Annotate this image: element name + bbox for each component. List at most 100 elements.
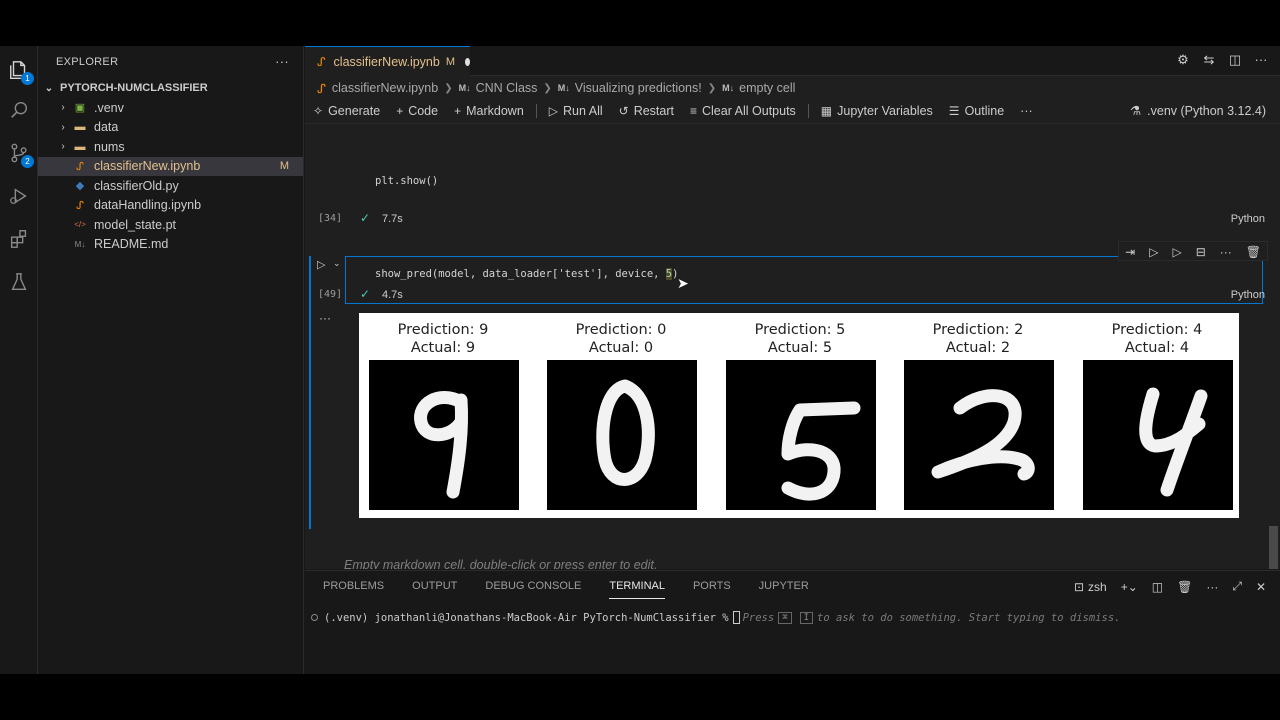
source-control-icon[interactable]: 2: [7, 141, 34, 168]
prediction-panel: Prediction: 5 Actual: 5: [724, 313, 876, 518]
panel-tab-output[interactable]: OUTPUT: [412, 577, 457, 599]
extensions-icon[interactable]: [7, 227, 31, 251]
clear-outputs-button[interactable]: ≡ Clear All Outputs: [690, 104, 796, 118]
kernel-icon: ⚗: [1129, 104, 1142, 118]
cur-cell-language[interactable]: Python: [1231, 289, 1265, 301]
project-name: PYTORCH-NUMCLASSIFIER: [60, 82, 208, 94]
tree-item[interactable]: ᔑ dataHandling.ipynb: [38, 196, 303, 216]
prediction-panel: Prediction: 2 Actual: 2: [902, 313, 1054, 518]
chevron-down-icon[interactable]: ⌄: [333, 258, 341, 269]
compare-changes-icon[interactable]: ⇆: [1202, 53, 1216, 67]
breadcrumb-part-2[interactable]: empty cell: [739, 81, 795, 95]
panel-more-icon[interactable]: ···: [1206, 580, 1218, 594]
run-above-icon[interactable]: ▷: [1149, 244, 1158, 259]
run-by-line-icon[interactable]: ⇥: [1125, 244, 1135, 259]
unsaved-dot-icon[interactable]: [465, 58, 470, 66]
run-cell-icon[interactable]: ▷: [317, 258, 325, 271]
split-cell-icon[interactable]: ⊟: [1196, 244, 1206, 259]
prev-cell-code[interactable]: plt.show(): [375, 175, 438, 187]
vertical-scrollbar[interactable]: [1269, 526, 1278, 569]
tree-item[interactable]: › ▬ data: [38, 118, 303, 138]
search-icon[interactable]: [7, 98, 31, 122]
notebook-icon: ᔑ: [76, 160, 84, 173]
prediction-label: Prediction: 2 Actual: 2: [902, 321, 1054, 357]
breadcrumb-part-0[interactable]: CNN Class: [476, 81, 538, 95]
variables-button[interactable]: ▦ Jupyter Variables: [821, 104, 933, 118]
code-prefix: show_pred(model, data_loader['test'], de…: [375, 268, 666, 280]
maximize-panel-icon[interactable]: ⤢: [1232, 579, 1242, 594]
shell-label[interactable]: zsh: [1088, 580, 1107, 594]
digit-image: [547, 360, 697, 510]
notebook-icon: ᔑ: [76, 199, 84, 212]
split-terminal-icon[interactable]: ◫: [1152, 580, 1163, 594]
current-cell-code[interactable]: show_pred(model, data_loader['test'], de…: [375, 268, 678, 280]
tree-item-label: data: [94, 120, 119, 135]
tab-modified-badge: M: [445, 56, 456, 68]
run-all-button[interactable]: ▷ Run All: [549, 104, 603, 118]
panel-tab-jupyter[interactable]: JUPYTER: [759, 577, 809, 599]
settings-gear-icon[interactable]: ⚙: [1176, 53, 1190, 67]
tree-item[interactable]: M↓ README.md: [38, 235, 303, 255]
clear-all-icon: ≡: [689, 104, 697, 118]
prev-cell-language[interactable]: Python: [1231, 213, 1265, 225]
handwritten-digit-4: [1139, 387, 1208, 497]
prediction-text: Prediction: 0: [575, 322, 667, 338]
markdown-cell-placeholder[interactable]: Empty markdown cell, double-click or pre…: [344, 558, 657, 569]
panel-tab-problems[interactable]: PROBLEMS: [323, 577, 384, 599]
prediction-panel: Prediction: 9 Actual: 9: [367, 313, 519, 518]
new-terminal-plus-icon[interactable]: +⌄: [1121, 580, 1138, 594]
close-panel-icon[interactable]: ✕: [1256, 580, 1266, 594]
tab-classifiernew[interactable]: ᔑ classifierNew.ipynb M: [305, 46, 470, 77]
breadcrumb-file[interactable]: classifierNew.ipynb: [332, 81, 438, 95]
tab-label: classifierNew.ipynb: [333, 55, 440, 69]
toolbar-more-button[interactable]: ···: [1020, 104, 1033, 118]
explorer-icon[interactable]: 1: [7, 58, 34, 85]
tree-item[interactable]: › ▣ .venv: [38, 98, 303, 118]
markdown-marker-icon: M↓: [458, 83, 471, 93]
breadcrumb-part-1[interactable]: Visualizing predictions!: [575, 81, 702, 95]
tab-bar: ᔑ classifierNew.ipynb M ⚙ ⇆ ◫ ···: [305, 46, 1280, 77]
outline-button[interactable]: ☰ Outline: [949, 104, 1004, 118]
terminal-prompt-line[interactable]: (.venv) jonathanli@Jonathans-MacBook-Air…: [311, 611, 1120, 624]
prediction-text: Prediction: 5: [754, 322, 846, 338]
panel-tab-debug-console[interactable]: DEBUG CONSOLE: [485, 577, 581, 599]
tree-item[interactable]: › ▬ nums: [38, 137, 303, 157]
terminal-icon: ⊡: [1073, 579, 1084, 594]
testing-flask-icon[interactable]: [7, 270, 31, 294]
tree-item[interactable]: ◆ classifierOld.py: [38, 176, 303, 196]
cell-more-icon[interactable]: ···: [1220, 244, 1232, 259]
notebook-cells: plt.show() [34] ✓ 7.7s Python ▷ ⌄ ⇥ ▷ ▷ …: [305, 125, 1280, 569]
kernel-picker[interactable]: ⚗ .venv (Python 3.12.4): [1129, 103, 1266, 119]
generate-button[interactable]: ✧ Generate: [313, 104, 380, 118]
run-debug-icon[interactable]: [7, 184, 31, 208]
tree-item-label: classifierOld.py: [94, 178, 179, 193]
plus-icon: +: [396, 104, 404, 118]
digit-stroke: [596, 379, 655, 486]
split-editor-icon[interactable]: ◫: [1228, 53, 1242, 67]
run-below-icon[interactable]: ▷: [1172, 244, 1181, 259]
add-code-button[interactable]: + Code: [396, 104, 438, 118]
markdown-marker-icon: M↓: [722, 83, 735, 93]
delete-cell-icon[interactable]: 🗑: [1246, 244, 1261, 259]
success-check-icon: ✓: [360, 211, 371, 225]
tree-item[interactable]: </> model_state.pt: [38, 215, 303, 235]
variables-label: Jupyter Variables: [837, 104, 933, 118]
tree-item[interactable]: ᔑ classifierNew.ipynb M: [38, 156, 303, 176]
handwritten-digit-2: [931, 389, 1035, 481]
panel-tab-terminal[interactable]: TERMINAL: [609, 577, 665, 599]
handwritten-digit-0: [596, 379, 655, 486]
ellipsis-icon[interactable]: ···: [275, 54, 289, 69]
plus-icon: +: [454, 104, 462, 118]
prediction-text: Prediction: 2: [932, 322, 1024, 338]
digit-image: [369, 360, 519, 510]
panel-tab-ports[interactable]: PORTS: [693, 577, 731, 599]
output-more-icon[interactable]: ···: [319, 311, 331, 325]
project-folder[interactable]: ⌄ PYTORCH-NUMCLASSIFIER: [38, 78, 303, 98]
more-actions-icon[interactable]: ···: [1254, 53, 1268, 67]
code-cell-editor[interactable]: [345, 256, 1263, 304]
add-markdown-button[interactable]: + Markdown: [454, 104, 524, 118]
more-label: ···: [1020, 104, 1033, 118]
restart-button[interactable]: ↺ Restart: [619, 104, 674, 118]
kill-terminal-trash-icon[interactable]: 🗑: [1177, 580, 1192, 594]
editor-actions: ⚙ ⇆ ◫ ···: [1176, 53, 1268, 67]
